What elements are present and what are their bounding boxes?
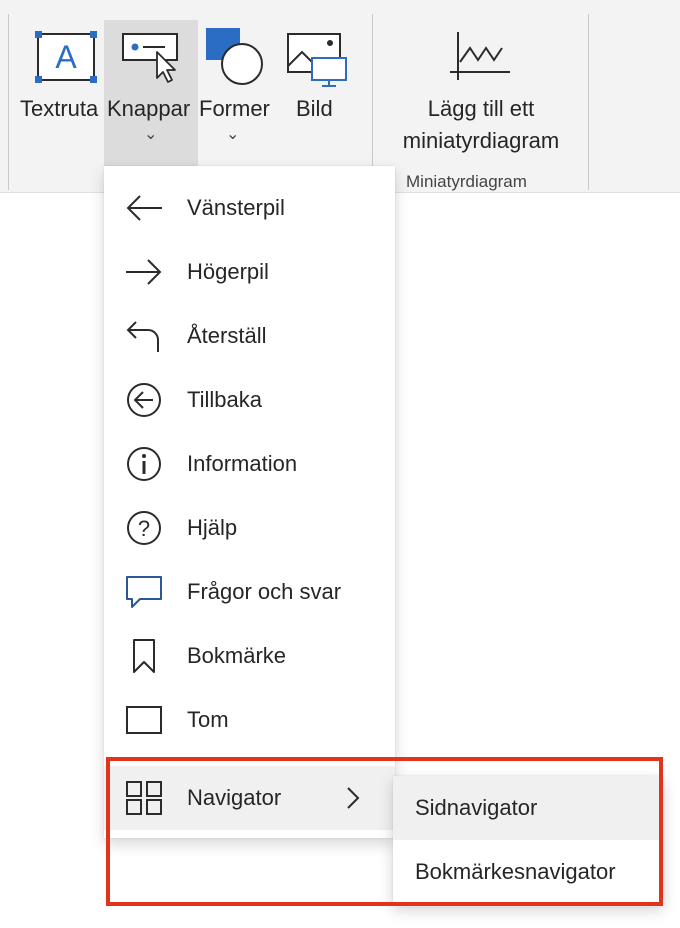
picture-icon [287, 33, 347, 87]
bookmark-icon [133, 639, 155, 673]
blank-icon [126, 706, 162, 734]
navigator-submenu: Sidnavigator Bokmärkesnavigator [393, 776, 663, 904]
submenu-item-bookmark-navigator[interactable]: Bokmärkesnavigator [393, 840, 663, 904]
menu-item-label: Hjälp [187, 515, 238, 540]
submenu-item-page-navigator[interactable]: Sidnavigator [393, 776, 663, 840]
back-circle-icon [127, 383, 161, 417]
menu-item-label: Bokmärke [187, 643, 287, 668]
shapes-label: Former [199, 96, 270, 121]
submenu-item-label: Bokmärkesnavigator [415, 859, 616, 884]
menu-item-navigator[interactable]: Navigator [104, 766, 395, 830]
picture-button[interactable]: Bild [280, 20, 354, 166]
button-control-icon [122, 33, 178, 83]
textbox-icon: A [35, 31, 97, 83]
sparkline-button[interactable]: Lägg till ett miniatyrdiagram [386, 20, 576, 160]
ribbon-left-edge [8, 14, 9, 190]
menu-item-right-arrow[interactable]: Högerpil [104, 240, 395, 304]
shapes-icon [206, 28, 263, 85]
help-icon: ? [127, 511, 161, 545]
picture-label: Bild [296, 96, 333, 121]
menu-item-left-arrow[interactable]: Vänsterpil [104, 176, 395, 240]
menu-item-blank[interactable]: Tom [104, 688, 395, 752]
buttons-dropdown-menu: Vänsterpil Högerpil Återställ Tillbaka I… [104, 166, 395, 838]
sparkline-label-line2: miniatyrdiagram [402, 128, 560, 153]
menu-item-label: Navigator [187, 785, 282, 810]
menu-item-label: Högerpil [187, 259, 269, 284]
reset-icon [126, 321, 159, 352]
menu-item-label: Tillbaka [187, 387, 262, 412]
menu-item-bookmark[interactable]: Bokmärke [104, 624, 395, 688]
menu-item-information[interactable]: Information [104, 432, 395, 496]
textbox-button[interactable]: A Textruta [14, 20, 110, 170]
chevron-down-icon: ⌄ [226, 126, 240, 143]
submenu-item-label: Sidnavigator [415, 795, 538, 820]
menu-item-reset[interactable]: Återställ [104, 304, 395, 368]
svg-text:A: A [55, 39, 77, 75]
info-icon [127, 447, 161, 481]
qa-icon [126, 576, 162, 608]
shapes-dropdown[interactable]: Former ⌄ [198, 20, 276, 166]
textbox-label: Textruta [20, 96, 99, 121]
sparkline-label-line1: Lägg till ett [427, 96, 535, 121]
menu-item-back[interactable]: Tillbaka [104, 368, 395, 432]
chevron-right-icon [347, 787, 360, 809]
menu-item-label: Tom [187, 707, 229, 732]
menu-item-qa[interactable]: Frågor och svar [104, 560, 395, 624]
ribbon: A Textruta Knappar ⌄ Former ⌄ Bild Lägg … [0, 0, 680, 193]
buttons-label: Knappar [107, 96, 191, 121]
menu-item-label: Information [187, 451, 298, 476]
menu-item-help[interactable]: ? Hjälp [104, 496, 395, 560]
menu-item-label: Vänsterpil [187, 195, 285, 220]
ribbon-group-separator [372, 14, 373, 190]
arrow-left-icon [126, 195, 162, 221]
buttons-dropdown[interactable]: Knappar ⌄ [104, 20, 198, 166]
menu-item-label: Återställ [187, 323, 267, 348]
sparkline-icon [450, 32, 510, 80]
menu-item-label: Frågor och svar [187, 579, 342, 604]
navigator-icon [126, 781, 162, 815]
ribbon-group-separator [588, 14, 589, 190]
svg-text:?: ? [138, 516, 150, 541]
arrow-right-icon [126, 259, 162, 285]
ribbon-group-label: Miniatyrdiagram [406, 172, 527, 191]
chevron-down-icon: ⌄ [144, 126, 158, 143]
